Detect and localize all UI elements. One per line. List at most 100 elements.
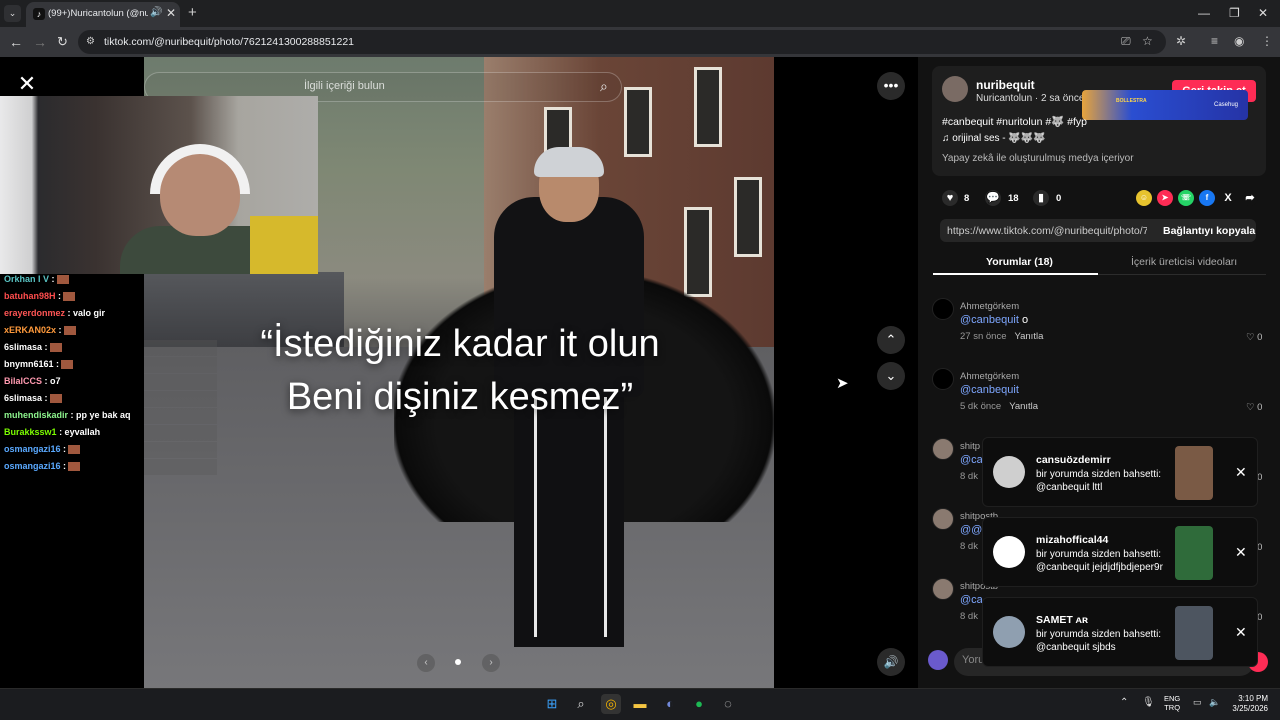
discord-icon[interactable]: ◐ <box>660 694 680 714</box>
whatsapp-icon[interactable]: ☏ <box>1178 190 1194 206</box>
close-icon[interactable]: ✕ <box>1235 544 1247 561</box>
volume-tray-icon[interactable]: 🔈 <box>1209 697 1220 708</box>
notification-thumbnail[interactable] <box>1175 606 1213 660</box>
chat-username: batuhan98H <box>4 291 56 301</box>
chevron-up-icon[interactable]: ⌃ <box>877 326 905 354</box>
reload-icon[interactable]: ↻ <box>57 34 68 50</box>
comment-username[interactable]: Ahmetgörkem <box>960 371 1019 382</box>
network-icon[interactable]: ▭ <box>1193 697 1202 708</box>
comment-mention[interactable]: @canbequit <box>960 314 1019 326</box>
comment-icon[interactable]: 💬 <box>985 190 1001 206</box>
bookmark-icon[interactable]: ▮ <box>1033 190 1049 206</box>
tab-creator-videos[interactable]: İçerik üreticisi videoları <box>1131 256 1237 268</box>
avatar[interactable] <box>942 76 968 102</box>
tab-close-icon[interactable]: ✕ <box>166 6 176 20</box>
post-hashtags[interactable]: #canbequit #nuritolun #🐺 #fyp <box>942 115 1087 128</box>
comment-time: 5 dk önce <box>960 401 1002 412</box>
close-icon[interactable]: ✕ <box>1235 464 1247 481</box>
extensions-icon[interactable]: ✲ <box>1176 34 1186 48</box>
site-info-icon[interactable]: ⚙ <box>86 36 95 47</box>
avatar[interactable] <box>932 438 954 460</box>
file-explorer-icon[interactable]: ▬ <box>630 694 650 714</box>
heart-icon[interactable]: ♥ <box>942 190 958 206</box>
new-tab-button[interactable]: + <box>188 4 197 21</box>
profile-avatar[interactable]: ◉ <box>1234 34 1244 48</box>
notification-thumbnail[interactable] <box>1175 526 1213 580</box>
tab-search-button[interactable]: ⌄ <box>4 5 21 22</box>
related-search-placeholder[interactable]: İlgili içeriği bulun <box>304 80 385 92</box>
chevron-up-tray-icon[interactable]: ⌃ <box>1120 697 1128 708</box>
browser-tab[interactable]: ♪ (99+)Nuricantolun (@nurib 🔊 ✕ <box>26 2 180 27</box>
close-icon[interactable]: ✕ <box>1235 624 1247 641</box>
avatar[interactable] <box>932 298 954 320</box>
notification-text: bir yorumda sizden bahsetti: @canbequit l… <box>1036 468 1164 494</box>
ad-brand: Casehug <box>1214 102 1239 108</box>
mention-notification[interactable]: SAMET ᴀʀ bir yorumda sizden bahsetti: @can… <box>982 597 1258 667</box>
search-taskbar-icon[interactable]: ⌕ <box>571 694 591 714</box>
chat-text: : <box>63 461 67 471</box>
windows-start-icon[interactable]: ⊞ <box>542 694 562 714</box>
mention-notification[interactable]: cansuözdemirr bir yorumda sizden bahsetti… <box>982 437 1258 507</box>
reply-button[interactable]: Yanıtla <box>1014 331 1043 342</box>
comment-username[interactable]: Ahmetgörkem <box>960 301 1019 312</box>
comment-mention[interactable]: @@ <box>960 524 982 536</box>
copy-link-button[interactable]: Bağlantıyı kopyala <box>1163 225 1255 237</box>
cast-icon[interactable]: ⎚ <box>1121 34 1131 49</box>
friends-share-icon[interactable]: ☺ <box>1136 190 1152 206</box>
avatar[interactable] <box>932 578 954 600</box>
comment-like-button[interactable]: ♡ 0 <box>1246 402 1262 413</box>
speaker-icon[interactable]: 🔊 <box>150 7 162 18</box>
input-language[interactable]: ENG TRQ <box>1164 694 1180 712</box>
chat-username: Burakkssw1 <box>4 427 57 437</box>
reply-button[interactable]: Yanıtla <box>1009 401 1038 412</box>
chat-username: osmangazi16 <box>4 461 61 471</box>
next-photo-icon[interactable]: › <box>482 654 500 672</box>
url-text[interactable]: tiktok.com/@nuribequit/photo/76212413002… <box>104 36 354 48</box>
close-icon[interactable]: ✕ <box>15 73 39 97</box>
notification-thumbnail[interactable] <box>1175 446 1213 500</box>
comment-body: @ca <box>960 594 983 606</box>
search-icon[interactable]: ⌕ <box>600 78 608 95</box>
comment-username[interactable]: shitp <box>960 441 980 452</box>
avatar[interactable] <box>932 368 954 390</box>
save-count: 0 <box>1056 193 1062 204</box>
bookmark-star-icon[interactable]: ☆ <box>1142 34 1153 48</box>
photo-page-dot[interactable] <box>455 659 461 665</box>
post-username[interactable]: nuribequit <box>976 78 1035 92</box>
chrome-icon[interactable]: ◎ <box>601 694 621 714</box>
avatar[interactable] <box>932 508 954 530</box>
mention-notification[interactable]: mizahoffical44 bir yorumda sizden bahsett… <box>982 517 1258 587</box>
comment-mention[interactable]: @ca <box>960 594 983 606</box>
restore-icon[interactable]: ❐ <box>1229 6 1240 20</box>
tab-comments[interactable]: Yorumlar (18) <box>986 256 1053 268</box>
x-icon[interactable]: X <box>1220 190 1236 206</box>
post-music[interactable]: ♫ orijinal ses - 🐺🐺🐺 <box>942 133 1046 144</box>
chat-username: bnymn6161 <box>4 359 54 369</box>
back-icon[interactable]: ← <box>9 34 23 50</box>
prev-photo-icon[interactable]: ‹ <box>417 654 435 672</box>
send-share-icon[interactable]: ➤ <box>1157 190 1173 206</box>
comment-mention[interactable]: @ca <box>960 454 983 466</box>
minimize-icon[interactable]: — <box>1198 6 1210 20</box>
app-icon[interactable]: ◌ <box>718 694 738 714</box>
volume-icon[interactable]: 🔊 <box>877 648 905 676</box>
reading-list-icon[interactable]: ≡ <box>1211 34 1218 48</box>
comment-like-button[interactable]: ♡ 0 <box>1246 332 1262 343</box>
comment-mention[interactable]: @canbequit <box>960 384 1019 396</box>
more-options-icon[interactable]: ••• <box>877 72 905 100</box>
chevron-down-icon[interactable]: ⌄ <box>877 362 905 390</box>
post-link[interactable]: https://www.tiktok.com/@nuribequit/photo… <box>947 225 1147 237</box>
chat-emote-icon <box>68 445 81 455</box>
clock[interactable]: 3:10 PM 3/25/2026 <box>1230 694 1268 714</box>
chat-bar <box>144 391 217 407</box>
chat-message: 6slimasa : <box>4 342 62 353</box>
window-close-icon[interactable]: ✕ <box>1258 6 1268 20</box>
menu-icon[interactable]: ⋮ <box>1261 34 1273 48</box>
facebook-icon[interactable]: f <box>1199 190 1215 206</box>
share-icon[interactable]: ➦ <box>1242 190 1258 206</box>
tiktok-favicon-icon: ♪ <box>33 8 45 20</box>
my-avatar <box>928 650 948 670</box>
microphone-icon[interactable]: 🎙 <box>1142 697 1155 708</box>
forward-icon[interactable]: → <box>33 34 47 50</box>
spotify-icon[interactable]: ● <box>689 694 709 714</box>
